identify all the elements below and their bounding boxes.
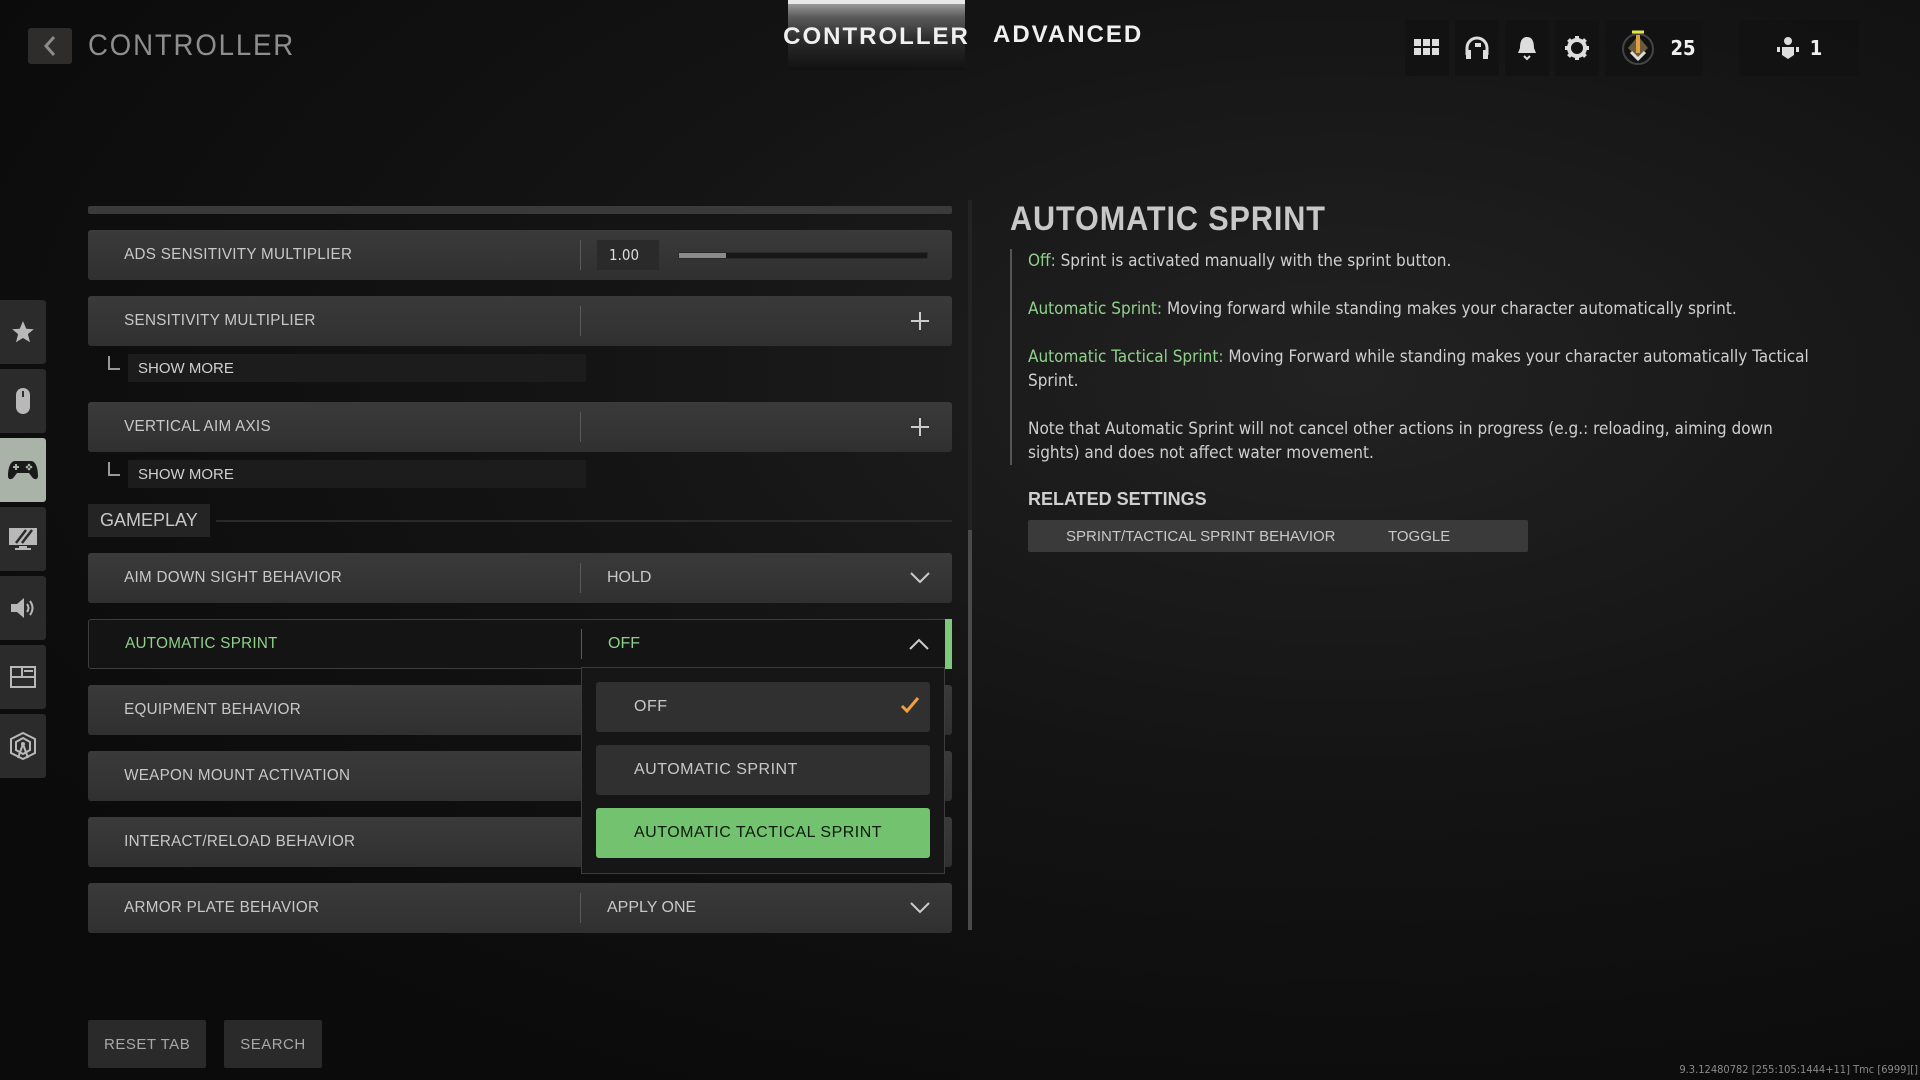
- setting-value: HOLD: [607, 569, 652, 586]
- setting-label: VERTICAL AIM AXIS: [124, 418, 271, 435]
- plus-icon[interactable]: [910, 417, 930, 437]
- show-more-button[interactable]: SHOW MORE: [128, 460, 586, 488]
- setting-label: ADS SENSITIVITY MULTIPLIER: [124, 246, 353, 263]
- grid-menu-icon: [1414, 39, 1439, 55]
- sidebar-item-controller[interactable]: [0, 438, 46, 502]
- mouse-icon: [16, 388, 30, 414]
- setting-armor-plate-behavior[interactable]: ARMOR PLATE BEHAVIOR APPLY ONE: [88, 883, 952, 933]
- setting-label: WEAPON MOUNT ACTIVATION: [124, 767, 351, 784]
- related-settings-title: RELATED SETTINGS: [1028, 489, 1207, 509]
- menu-button[interactable]: [1405, 20, 1449, 76]
- description-entry: Off: Sprint is activated manually with t…: [1028, 251, 1452, 271]
- tab-controller[interactable]: CONTROLLER: [783, 0, 968, 70]
- related-settings: RELATED SETTINGS SPRINT/TACTICAL SPRINT …: [1010, 489, 1810, 552]
- show-more-row: SHOW MORE: [88, 460, 952, 488]
- related-setting-label: SPRINT/TACTICAL SPRINT BEHAVIOR: [1066, 527, 1336, 545]
- setting-automatic-sprint[interactable]: AUTOMATIC SPRINT OFF: [88, 619, 952, 669]
- star-icon: [12, 321, 34, 343]
- scrollbar-thumb[interactable]: [968, 530, 972, 930]
- related-setting-value: TOGGLE: [1388, 527, 1451, 545]
- reset-tab-button[interactable]: RESET TAB: [88, 1020, 207, 1068]
- detail-description: Off: Sprint is activated manually with t…: [1010, 249, 1810, 465]
- setting-value: OFF: [608, 635, 640, 652]
- detail-pane: AUTOMATIC SPRINT Off: Sprint is activate…: [1010, 200, 1810, 552]
- back-button[interactable]: [28, 28, 72, 64]
- footer-actions: RESET TAB SEARCH: [88, 1020, 322, 1068]
- setting-sensitivity-multiplier[interactable]: SENSITIVITY MULTIPLIER: [88, 296, 952, 346]
- chevron-down-icon[interactable]: [910, 572, 930, 584]
- page-title: CONTROLLER: [88, 29, 296, 62]
- social-button[interactable]: [1455, 20, 1499, 76]
- interface-icon: [10, 666, 36, 688]
- setting-aim-down-sight-behavior[interactable]: AIM DOWN SIGHT BEHAVIOR HOLD: [88, 553, 952, 603]
- sidebar-item-network[interactable]: [0, 714, 46, 778]
- network-icon: [10, 731, 36, 761]
- rank-level: 25: [1670, 36, 1696, 60]
- dropdown-option-automatic-sprint[interactable]: AUTOMATIC SPRINT: [596, 745, 930, 795]
- setting-label: AIM DOWN SIGHT BEHAVIOR: [124, 569, 343, 586]
- chevron-down-icon[interactable]: [910, 902, 930, 914]
- dropdown-option-off[interactable]: OFF: [596, 682, 930, 732]
- header-icons: 25 1: [1405, 20, 1859, 76]
- tree-corner-icon: [108, 356, 120, 370]
- detail-title: AUTOMATIC SPRINT: [1010, 200, 1326, 238]
- setting-vertical-aim-axis[interactable]: VERTICAL AIM AXIS: [88, 402, 952, 452]
- description-entry: Automatic Tactical Sprint: Moving Forwar…: [1028, 347, 1809, 391]
- rank-icon: [1622, 30, 1655, 65]
- dropdown-option-automatic-tactical-sprint[interactable]: AUTOMATIC TACTICAL SPRINT: [596, 808, 930, 858]
- sidebar-item-mouse[interactable]: [0, 369, 46, 433]
- related-setting-sprint-behavior[interactable]: SPRINT/TACTICAL SPRINT BEHAVIOR TOGGLE: [1028, 520, 1528, 552]
- list-scrollbar[interactable]: [968, 200, 972, 930]
- checkmark-icon: [900, 697, 920, 714]
- gear-icon: [1565, 36, 1589, 60]
- active-accent-bar: [945, 619, 952, 669]
- search-button[interactable]: SEARCH: [224, 1020, 322, 1068]
- setting-ads-sensitivity-multiplier[interactable]: ADS SENSITIVITY MULTIPLIER 1.00: [88, 230, 952, 280]
- plus-icon[interactable]: [910, 311, 930, 331]
- setting-value: APPLY ONE: [607, 899, 697, 916]
- chevron-left-icon: [43, 36, 56, 56]
- list-top-divider: [88, 206, 952, 214]
- headset-icon: [1465, 36, 1489, 59]
- section-header-gameplay: GAMEPLAY: [88, 504, 952, 537]
- automatic-sprint-dropdown: OFF AUTOMATIC SPRINT AUTOMATIC TACTICAL …: [581, 667, 945, 874]
- ads-sensitivity-slider[interactable]: [678, 252, 928, 259]
- show-more-button[interactable]: SHOW MORE: [128, 354, 586, 382]
- setting-label: SENSITIVITY MULTIPLIER: [124, 312, 316, 329]
- sidebar-item-audio[interactable]: [0, 576, 46, 640]
- category-sidebar: [0, 300, 46, 783]
- display-icon: [9, 528, 37, 550]
- settings-button[interactable]: [1555, 20, 1599, 76]
- setting-label: AUTOMATIC SPRINT: [125, 635, 278, 652]
- tab-advanced[interactable]: ADVANCED: [969, 0, 1167, 70]
- party-icon: [1776, 37, 1799, 59]
- party-button[interactable]: 1: [1739, 20, 1859, 76]
- option-label: AUTOMATIC TACTICAL SPRINT: [634, 824, 883, 841]
- sidebar-item-graphics[interactable]: [0, 507, 46, 571]
- rank-badge[interactable]: 25: [1605, 20, 1703, 76]
- party-count: 1: [1809, 36, 1823, 60]
- setting-label: EQUIPMENT BEHAVIOR: [124, 701, 301, 718]
- version-string: 9.3.12480782 [255:105:1444+11] Tmc [6999…: [1679, 1063, 1918, 1076]
- section-label: GAMEPLAY: [88, 504, 210, 537]
- sidebar-item-interface[interactable]: [0, 645, 46, 709]
- speaker-icon: [11, 598, 34, 618]
- option-label: AUTOMATIC SPRINT: [634, 761, 798, 778]
- description-entry: Automatic Sprint: Moving forward while s…: [1028, 299, 1737, 319]
- description-note: Note that Automatic Sprint will not canc…: [1028, 419, 1773, 463]
- option-label: OFF: [634, 698, 668, 715]
- setting-label: ARMOR PLATE BEHAVIOR: [124, 899, 320, 916]
- gamepad-icon: [8, 461, 38, 480]
- slider-fill: [679, 253, 727, 258]
- notifications-button[interactable]: [1505, 20, 1549, 76]
- tab-bar: CONTROLLER ADVANCED: [783, 0, 1167, 70]
- setting-label: INTERACT/RELOAD BEHAVIOR: [124, 833, 356, 850]
- sidebar-item-favorites[interactable]: [0, 300, 46, 364]
- show-more-row: SHOW MORE: [88, 354, 952, 382]
- bell-icon: [1518, 37, 1536, 61]
- chevron-up-icon[interactable]: [909, 638, 929, 650]
- ads-sensitivity-value[interactable]: 1.00: [597, 240, 659, 270]
- tree-corner-icon: [108, 462, 120, 476]
